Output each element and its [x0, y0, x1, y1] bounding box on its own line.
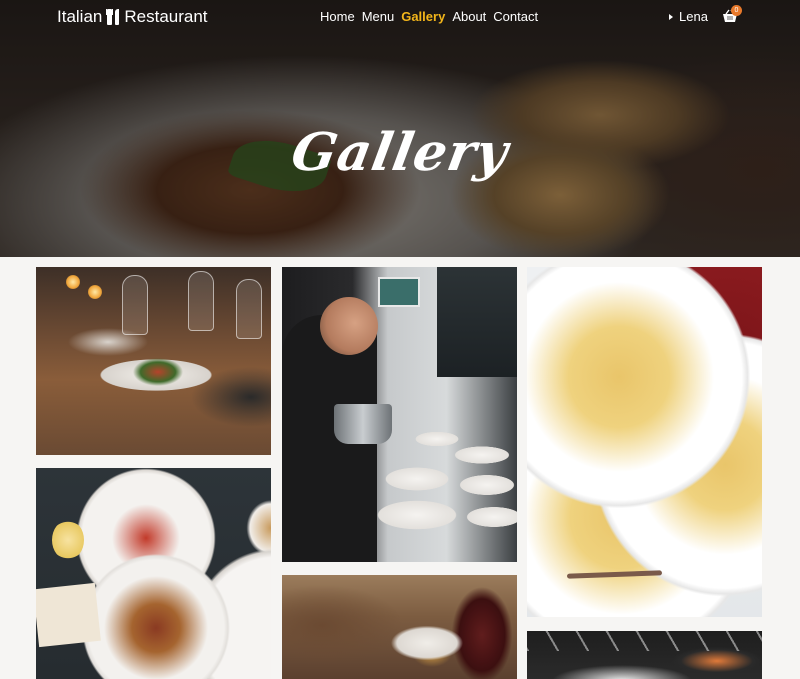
nav-link-about[interactable]: About: [452, 9, 486, 24]
nav-link-gallery[interactable]: Gallery: [401, 9, 445, 24]
gallery-photo-plate-with-wine[interactable]: [282, 575, 517, 679]
user-name: Lena: [679, 9, 708, 24]
top-navigation: Italian Restaurant Home Menu Gallery Abo…: [0, 0, 800, 34]
brand-name-second: Restaurant: [124, 7, 208, 26]
gallery-photo-table-topdown[interactable]: [36, 468, 271, 679]
gallery-photo-sushi[interactable]: [527, 631, 762, 679]
caret-right-icon: [669, 13, 673, 20]
nav-link-menu[interactable]: Menu: [362, 9, 395, 24]
brand-name-first: Italian: [57, 7, 103, 26]
gallery-photo-restaurant-table[interactable]: [36, 267, 271, 455]
cutlery-icon: [105, 8, 121, 26]
brand-logo[interactable]: Italian Restaurant: [57, 7, 208, 27]
page-title: Gallery: [286, 122, 514, 183]
gallery-photo-chef-plating[interactable]: [282, 267, 517, 562]
gallery-photo-pasta-plates[interactable]: [527, 267, 762, 617]
nav-link-contact[interactable]: Contact: [493, 9, 538, 24]
nav-link-home[interactable]: Home: [320, 9, 355, 24]
hero-banner: Gallery: [0, 0, 800, 257]
cart-count-badge: 0: [731, 5, 742, 16]
main-menu: Home Menu Gallery About Contact: [320, 9, 545, 24]
user-menu[interactable]: Lena: [669, 9, 708, 24]
